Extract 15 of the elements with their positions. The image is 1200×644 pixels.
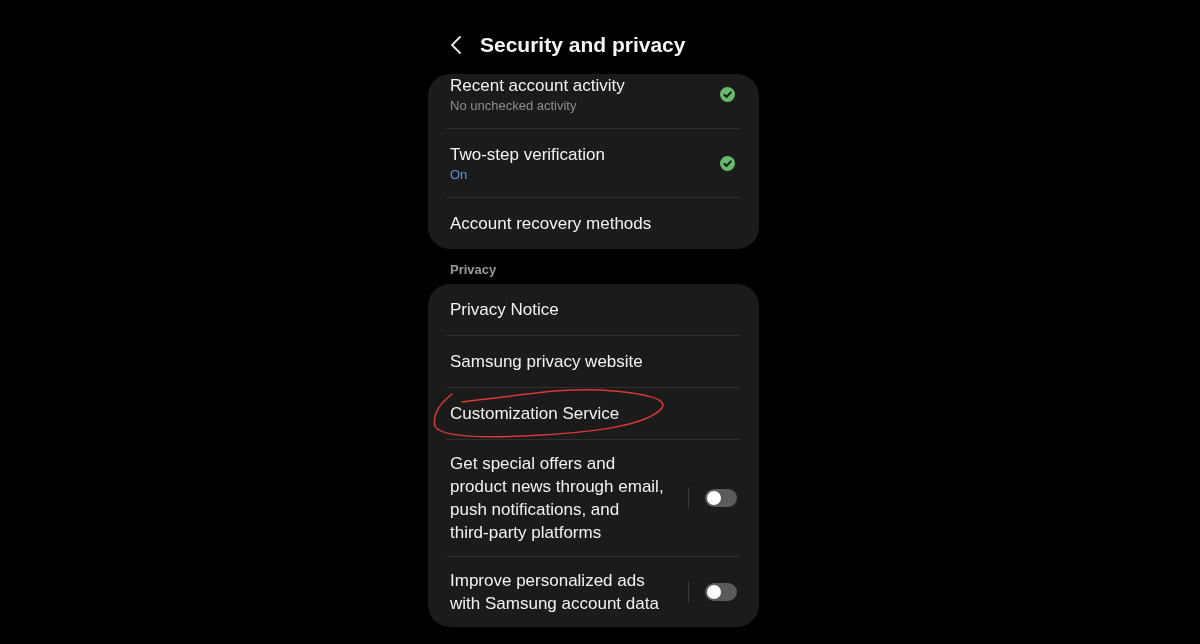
setting-title[interactable]: Get special offers and product news through email, push notifications, and third-party platforms (450, 452, 670, 544)
toggle-switch[interactable] (705, 583, 737, 601)
setting-title[interactable]: Improve personalized ads with Samsung account data (450, 569, 670, 615)
setting-title[interactable]: Account recovery methods (450, 212, 652, 235)
setting-title[interactable]: Samsung privacy website (450, 350, 643, 373)
page-title: Security and privacy (480, 32, 686, 58)
setting-title[interactable]: Recent account activity (450, 74, 625, 97)
setting-status: No unchecked activity (450, 97, 577, 114)
setting-status: On (450, 166, 468, 183)
setting-title[interactable]: Customization Service (450, 402, 620, 425)
setting-title[interactable]: Two-step verification (450, 143, 605, 166)
toggle-switch[interactable] (705, 489, 737, 507)
section-header: Privacy (450, 261, 497, 278)
back-icon[interactable] (450, 36, 462, 54)
setting-title[interactable]: Privacy Notice (450, 298, 559, 321)
